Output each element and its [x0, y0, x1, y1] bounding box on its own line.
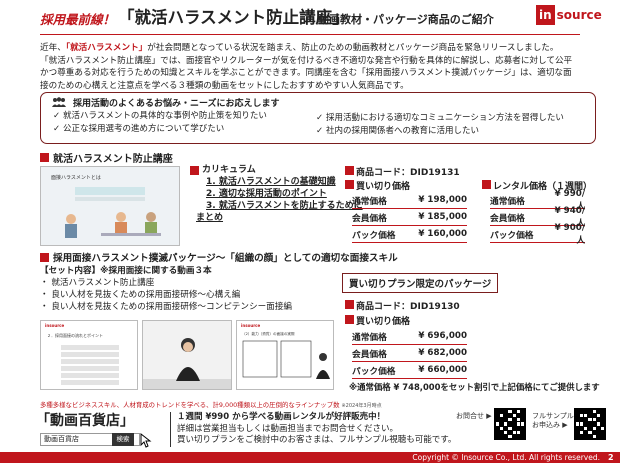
price-row: 通常価格 ¥ 198,000 [352, 192, 467, 209]
course-thumbnail[interactable]: 面接ハラスメントとは [40, 166, 180, 246]
course-product-code: 商品コード：DID19131 [345, 165, 460, 178]
package-note: ※通常価格 ¥ 748,000をセット割引で上記価格にてご提供します [349, 382, 600, 392]
square-bullet-icon [40, 252, 49, 262]
header-divider [40, 34, 580, 35]
slide-illustration: 面接ハラスメントとは [41, 167, 179, 245]
concern-item: ✓ 採用活動における適切なコミュニケーション方法を習得したい [316, 113, 564, 123]
insource-logo: in source [536, 5, 604, 25]
course-heading: 就活ハラスメント防止講座 [40, 150, 173, 165]
concern-item: ✓ 就活ハラスメントの具体的な事例や防止策を知りたい [53, 111, 267, 121]
package-thumbnail-1[interactable]: insource ２．採用面接の流れとポイント [40, 320, 138, 390]
concern-item: ✓ 社内の採用関係者への教育に活用したい [316, 126, 480, 136]
concerns-box: 採用活動のよくあるお悩み・ニーズにお応えします ✓ 就活ハラスメントの具体的な事例… [40, 92, 596, 144]
copyright: Copyright © Insource Co., Ltd. All right… [412, 453, 600, 462]
curriculum-item: 3. 就活ハラスメントを防止するために [206, 201, 363, 211]
curriculum-item: まとめ [196, 213, 224, 223]
price-row: パック価格 ¥ 900/人 [490, 222, 585, 246]
limited-package-label: 買い切りプラン限定のパッケージ [342, 273, 499, 293]
price-row: パック価格 ¥ 160,000 [352, 226, 467, 243]
svg-text:insource: insource [241, 323, 261, 328]
set-item: ・ 良い人材を見抜くための採用面接研修～コンピテンシー面接編 [40, 302, 292, 312]
check-icon: ✓ [53, 124, 61, 134]
contact-label: お問合せ ▶ [456, 412, 492, 420]
svg-text:（2）能力（資質）の面接の実際: （2）能力（資質）の面接の実際 [242, 331, 295, 336]
highlight-term: 「就活ハラスメント」 [65, 43, 148, 53]
check-icon: ✓ [316, 126, 324, 136]
people-icon [52, 97, 66, 107]
contact-qr-code[interactable] [494, 408, 526, 440]
price-row: 通常価格 ¥ 696,000 [352, 328, 467, 345]
svg-text:insource: insource [45, 323, 65, 328]
page-header: 採用最前線！ 「就活ハラスメント防止講座」 動画教材・パッケージ商品のご紹介 i… [0, 0, 620, 38]
concerns-title: 採用活動のよくあるお悩み・ニーズにお応えします [51, 96, 280, 109]
presenter-illustration [143, 321, 231, 389]
package-thumbnail-2[interactable] [142, 320, 232, 390]
check-icon: ✓ [316, 113, 324, 123]
header-tag: 採用最前線！ [40, 12, 116, 27]
slide-illustration: insource ２．採用面接の流れとポイント [41, 321, 137, 389]
promo-tagline: 多種多様なビジネススキル、人材育成のトレンドを学べる、計9,000種類以上の圧倒… [40, 401, 382, 409]
package-product-code: 商品コード：DID19130 [345, 299, 460, 312]
package-heading: 採用面接ハラスメント撲滅パッケージ～「組織の顔」としての適切な面接スキル [40, 250, 398, 264]
arrow-right-icon: ▶ [486, 412, 492, 420]
price-row: パック価格 ¥ 660,000 [352, 362, 467, 379]
concern-item: ✓ 公正な採用選考の進め方について学びたい [53, 124, 225, 134]
search-button[interactable]: 検索 [112, 433, 134, 446]
square-bullet-icon [190, 165, 199, 175]
course-buy-title: 買い切り価格 [345, 179, 410, 192]
curriculum-item: 1. 就活ハラスメントの基礎知識 [206, 177, 336, 187]
page-number: 2 [608, 453, 614, 462]
page-subtitle: 動画教材・パッケージ商品のご紹介 [318, 13, 494, 26]
cursor-icon [140, 432, 152, 448]
store-name: 「動画百貨店」 [36, 413, 134, 429]
price-row: 会員価格 ¥ 185,000 [352, 209, 467, 226]
package-set: 【セット内容】※採用面接に関する動画３本 ・ 就活ハラスメント防止講座 ・ 良い… [40, 266, 292, 312]
package-buy-title: 買い切り価格 [345, 314, 410, 327]
slide-illustration: insource （2）能力（資質）の面接の実際 [237, 321, 333, 389]
set-item: ・ 就活ハラスメント防止講座 [40, 278, 155, 288]
package-buy-prices: 通常価格 ¥ 696,000 会員価格 ¥ 682,000 パック価格 ¥ 660,0… [352, 328, 467, 379]
rental-promo: １週間 ¥990 から学べる動画レンタルが好評販売中！ 詳細は営業担当もしくは動… [170, 412, 456, 447]
course-buy-prices: 通常価格 ¥ 198,000 会員価格 ¥ 185,000 パック価格 ¥ 160,0… [352, 192, 467, 243]
curriculum-item: 2. 適切な採用活動のポイント [206, 189, 327, 199]
svg-text:２．採用面接の流れとポイント: ２．採用面接の流れとポイント [47, 332, 103, 338]
check-icon: ✓ [53, 111, 61, 121]
curriculum: カリキュラム 1. 就活ハラスメントの基礎知識 2. 適切な採用活動のポイント … [190, 164, 363, 224]
price-row: 会員価格 ¥ 682,000 [352, 345, 467, 362]
sample-qr-code[interactable] [574, 408, 606, 440]
square-bullet-icon [40, 153, 49, 162]
set-item: ・ 良い人材を見抜くための採用面接研修～心構え編 [40, 290, 241, 300]
package-thumbnail-3[interactable]: insource （2）能力（資質）の面接の実際 [236, 320, 334, 390]
intro-text: 近年、「就活ハラスメント」が社会問題となっている状況を踏まえ、防止のための動画教… [40, 43, 573, 91]
sample-label: フルサンプル お申込み ▶ [532, 412, 574, 429]
slide-title: 面接ハラスメントとは [51, 174, 101, 181]
course-rental-prices: 通常価格 ¥ 990/人 会員価格 ¥ 940/人 パック価格 ¥ 900/人 [490, 189, 585, 246]
arrow-right-icon: ▶ [562, 421, 568, 429]
page-title: 「就活ハラスメント防止講座」 [118, 8, 349, 27]
